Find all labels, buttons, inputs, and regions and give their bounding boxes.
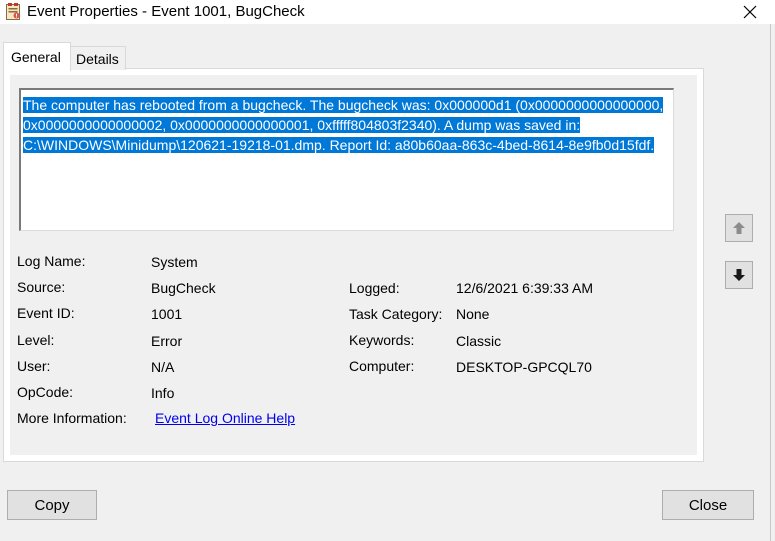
keywords-value: Classic bbox=[456, 333, 502, 349]
tab-details-label: Details bbox=[76, 51, 119, 67]
tab-details[interactable]: Details bbox=[69, 46, 126, 70]
background-window-edge bbox=[770, 24, 771, 541]
tab-general[interactable]: General bbox=[3, 42, 71, 71]
event-properties-window: Event Properties - Event 1001, BugCheck … bbox=[0, 0, 775, 541]
logged-label: Logged: bbox=[349, 280, 400, 296]
copy-button[interactable]: Copy bbox=[7, 490, 97, 520]
down-arrow-icon bbox=[733, 269, 745, 281]
more-information-label: More Information: bbox=[17, 410, 127, 426]
log-name-value: System bbox=[151, 254, 198, 270]
log-name-label: Log Name: bbox=[17, 253, 86, 269]
next-event-button[interactable] bbox=[725, 261, 753, 289]
task-category-value: None bbox=[456, 306, 490, 322]
computer-label: Computer: bbox=[349, 358, 415, 374]
source-label: Source: bbox=[17, 279, 66, 295]
level-label: Level: bbox=[17, 332, 55, 348]
event-description-selection: The computer has rebooted from a bugchec… bbox=[23, 97, 664, 153]
event-log-online-help-link[interactable]: Event Log Online Help bbox=[155, 409, 295, 427]
previous-event-button[interactable] bbox=[725, 214, 753, 242]
event-description-text[interactable]: The computer has rebooted from a bugchec… bbox=[23, 95, 673, 155]
window-title: Event Properties - Event 1001, BugCheck bbox=[27, 3, 305, 20]
opcode-label: OpCode: bbox=[17, 384, 74, 400]
computer-value: DESKTOP-GPCQL70 bbox=[456, 359, 592, 375]
event-description-box[interactable]: The computer has rebooted from a bugchec… bbox=[19, 88, 674, 231]
up-arrow-icon bbox=[733, 222, 745, 234]
title-bar: Event Properties - Event 1001, BugCheck bbox=[0, 0, 775, 24]
level-value: Error bbox=[151, 333, 183, 349]
opcode-value: Info bbox=[151, 385, 175, 401]
event-id-label: Event ID: bbox=[17, 305, 75, 321]
user-value: N/A bbox=[151, 359, 175, 375]
task-category-label: Task Category: bbox=[349, 306, 443, 322]
close-button[interactable]: Close bbox=[662, 490, 754, 520]
source-value: BugCheck bbox=[151, 280, 216, 296]
event-viewer-icon bbox=[6, 3, 20, 20]
event-id-value: 1001 bbox=[151, 306, 183, 322]
tab-general-label: General bbox=[11, 49, 61, 65]
user-label: User: bbox=[17, 358, 51, 374]
keywords-label: Keywords: bbox=[349, 332, 415, 348]
logged-value: 12/6/2021 6:39:33 AM bbox=[456, 280, 593, 296]
close-icon[interactable] bbox=[736, 0, 764, 24]
